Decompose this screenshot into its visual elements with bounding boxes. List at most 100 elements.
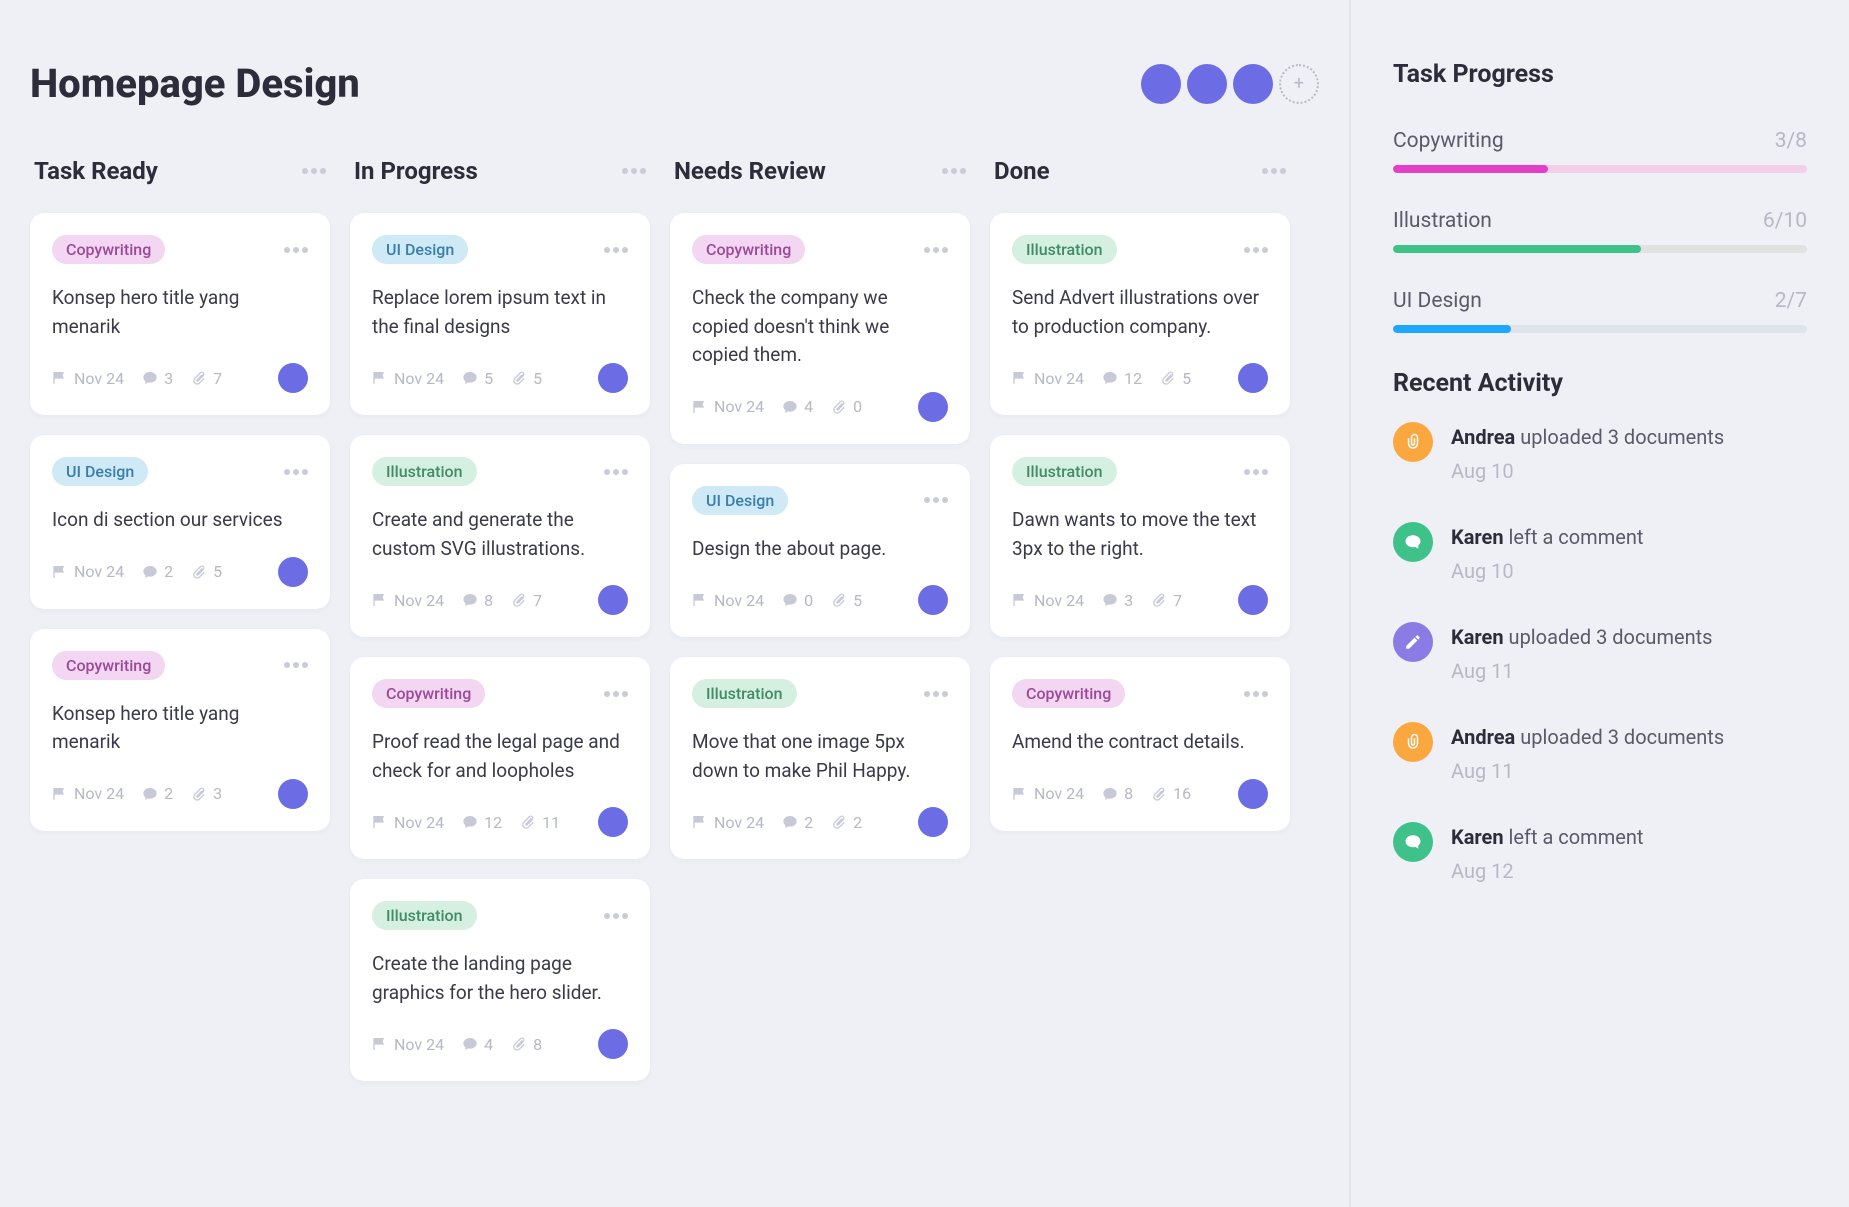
comment-count: 4 <box>484 1035 493 1054</box>
task-card[interactable]: CopywritingProof read the legal page and… <box>350 657 650 859</box>
progress-label: UI Design <box>1393 289 1482 313</box>
assignee-avatar[interactable] <box>918 807 948 837</box>
assignee-avatar[interactable] <box>278 779 308 809</box>
comment-count: 12 <box>1124 369 1142 388</box>
add-member-button[interactable]: + <box>1279 64 1319 104</box>
kanban-column: Task ReadyCopywritingKonsep hero title y… <box>30 157 330 1101</box>
task-card[interactable]: IllustrationMove that one image 5px down… <box>670 657 970 859</box>
task-meta: Nov 2422 <box>692 813 862 832</box>
kanban-column: DoneIllustrationSend Advert illustration… <box>990 157 1290 1101</box>
task-meta: Nov 2440 <box>692 397 862 416</box>
progress-count: 6/10 <box>1763 209 1807 233</box>
task-card[interactable]: Illustration Create and generate the cust… <box>350 435 650 637</box>
task-tag: Copywriting <box>1012 679 1125 708</box>
card-menu-button[interactable] <box>1244 691 1268 697</box>
activity-action: left a comment <box>1504 825 1644 849</box>
task-tag: Copywriting <box>372 679 485 708</box>
task-card[interactable]: UI DesignDesign the about page.Nov 2405 <box>670 464 970 638</box>
comment-icon: 3 <box>142 369 173 388</box>
assignee-avatar[interactable] <box>918 392 948 422</box>
comment-count: 2 <box>164 784 173 803</box>
activity-user: Andrea <box>1451 425 1515 449</box>
task-meta: Nov 2437 <box>1012 591 1182 610</box>
attachment-count: 2 <box>853 813 862 832</box>
card-menu-button[interactable] <box>284 662 308 668</box>
task-description: Konsep hero title yang menarik <box>52 284 308 341</box>
column-title: Needs Review <box>674 157 826 185</box>
attachment-count: 11 <box>542 813 560 832</box>
task-card[interactable]: CopywritingCheck the company we copied d… <box>670 213 970 444</box>
assignee-avatar[interactable] <box>1238 363 1268 393</box>
kanban-column: Needs Review CopywritingCheck the company… <box>670 157 970 1101</box>
comment-icon: 8 <box>1102 784 1133 803</box>
task-meta: Nov 24 0 5 <box>692 591 862 610</box>
column-menu-button[interactable] <box>942 168 966 174</box>
avatar[interactable] <box>1233 64 1273 104</box>
column-menu-button[interactable] <box>1262 168 1286 174</box>
comment-count: 3 <box>164 369 173 388</box>
column-menu-button[interactable] <box>622 168 646 174</box>
comment-icon: 4 <box>462 1035 493 1054</box>
task-card[interactable]: CopywritingKonsep hero title yang menari… <box>30 213 330 415</box>
assignee-avatar[interactable] <box>598 807 628 837</box>
assignee-avatar[interactable] <box>918 585 948 615</box>
comment-icon <box>1393 522 1433 562</box>
attachment-count: 5 <box>533 369 542 388</box>
card-menu-button[interactable] <box>284 247 308 253</box>
assignee-avatar[interactable] <box>278 363 308 393</box>
avatar[interactable] <box>1141 64 1181 104</box>
task-card[interactable]: UI DesignReplace lorem ipsum text in the… <box>350 213 650 415</box>
assignee-avatar[interactable] <box>278 557 308 587</box>
attachment-count: 7 <box>533 591 542 610</box>
task-card[interactable]: CopywritingKonsep hero title yang menari… <box>30 629 330 831</box>
attachment-icon: 3 <box>191 784 222 803</box>
progress-bar <box>1393 325 1807 333</box>
task-tag: Illustration <box>372 457 477 486</box>
comment-count: 0 <box>804 591 813 610</box>
task-card[interactable]: CopywritingAmend the contract details.No… <box>990 657 1290 831</box>
task-description: Create and generate the custom SVG illus… <box>372 506 628 563</box>
task-tag: Illustration <box>372 901 477 930</box>
task-tag: UI Design <box>372 235 468 264</box>
comment-count: 2 <box>164 562 173 581</box>
attachment-count: 5 <box>853 591 862 610</box>
activity-item: Karen uploaded 3 documentsAug 11 <box>1393 622 1807 686</box>
task-card[interactable]: IllustrationDawn wants to move the text … <box>990 435 1290 637</box>
progress-bar <box>1393 165 1807 173</box>
comment-icon: 0 <box>782 591 813 610</box>
activity-date: Aug 11 <box>1451 656 1713 686</box>
comment-icon: 2 <box>142 784 173 803</box>
card-menu-button[interactable] <box>1244 247 1268 253</box>
task-progress-title: Task Progress <box>1393 60 1807 89</box>
task-card[interactable]: IllustrationSend Advert illustrations ov… <box>990 213 1290 415</box>
task-description: Send Advert illustrations over to produc… <box>1012 284 1268 341</box>
task-date: Nov 24 <box>394 1035 444 1054</box>
activity-date: Aug 11 <box>1451 756 1724 786</box>
card-menu-button[interactable] <box>284 469 308 475</box>
task-card[interactable]: IllustrationCreate the landing page grap… <box>350 879 650 1081</box>
card-menu-button[interactable] <box>924 497 948 503</box>
card-menu-button[interactable] <box>604 913 628 919</box>
comment-icon: 12 <box>462 813 502 832</box>
assignee-avatar[interactable] <box>1238 779 1268 809</box>
attachment-count: 7 <box>1173 591 1182 610</box>
flag-icon: Nov 24 <box>692 591 764 610</box>
assignee-avatar[interactable] <box>598 363 628 393</box>
flag-icon: Nov 24 <box>372 369 444 388</box>
column-menu-button[interactable] <box>302 168 326 174</box>
assignee-avatar[interactable] <box>598 1029 628 1059</box>
assignee-avatar[interactable] <box>1238 585 1268 615</box>
comment-count: 5 <box>484 369 493 388</box>
card-menu-button[interactable] <box>604 691 628 697</box>
task-card[interactable]: UI DesignIcon di section our servicesNov… <box>30 435 330 609</box>
avatar[interactable] <box>1187 64 1227 104</box>
attachment-icon: 5 <box>831 591 862 610</box>
card-menu-button[interactable] <box>1244 469 1268 475</box>
card-menu-button[interactable] <box>604 247 628 253</box>
card-menu-button[interactable] <box>924 691 948 697</box>
activity-date: Aug 10 <box>1451 556 1643 586</box>
card-menu-button[interactable] <box>604 469 628 475</box>
assignee-avatar[interactable] <box>598 585 628 615</box>
card-menu-button[interactable] <box>924 247 948 253</box>
flag-icon: Nov 24 <box>372 1035 444 1054</box>
